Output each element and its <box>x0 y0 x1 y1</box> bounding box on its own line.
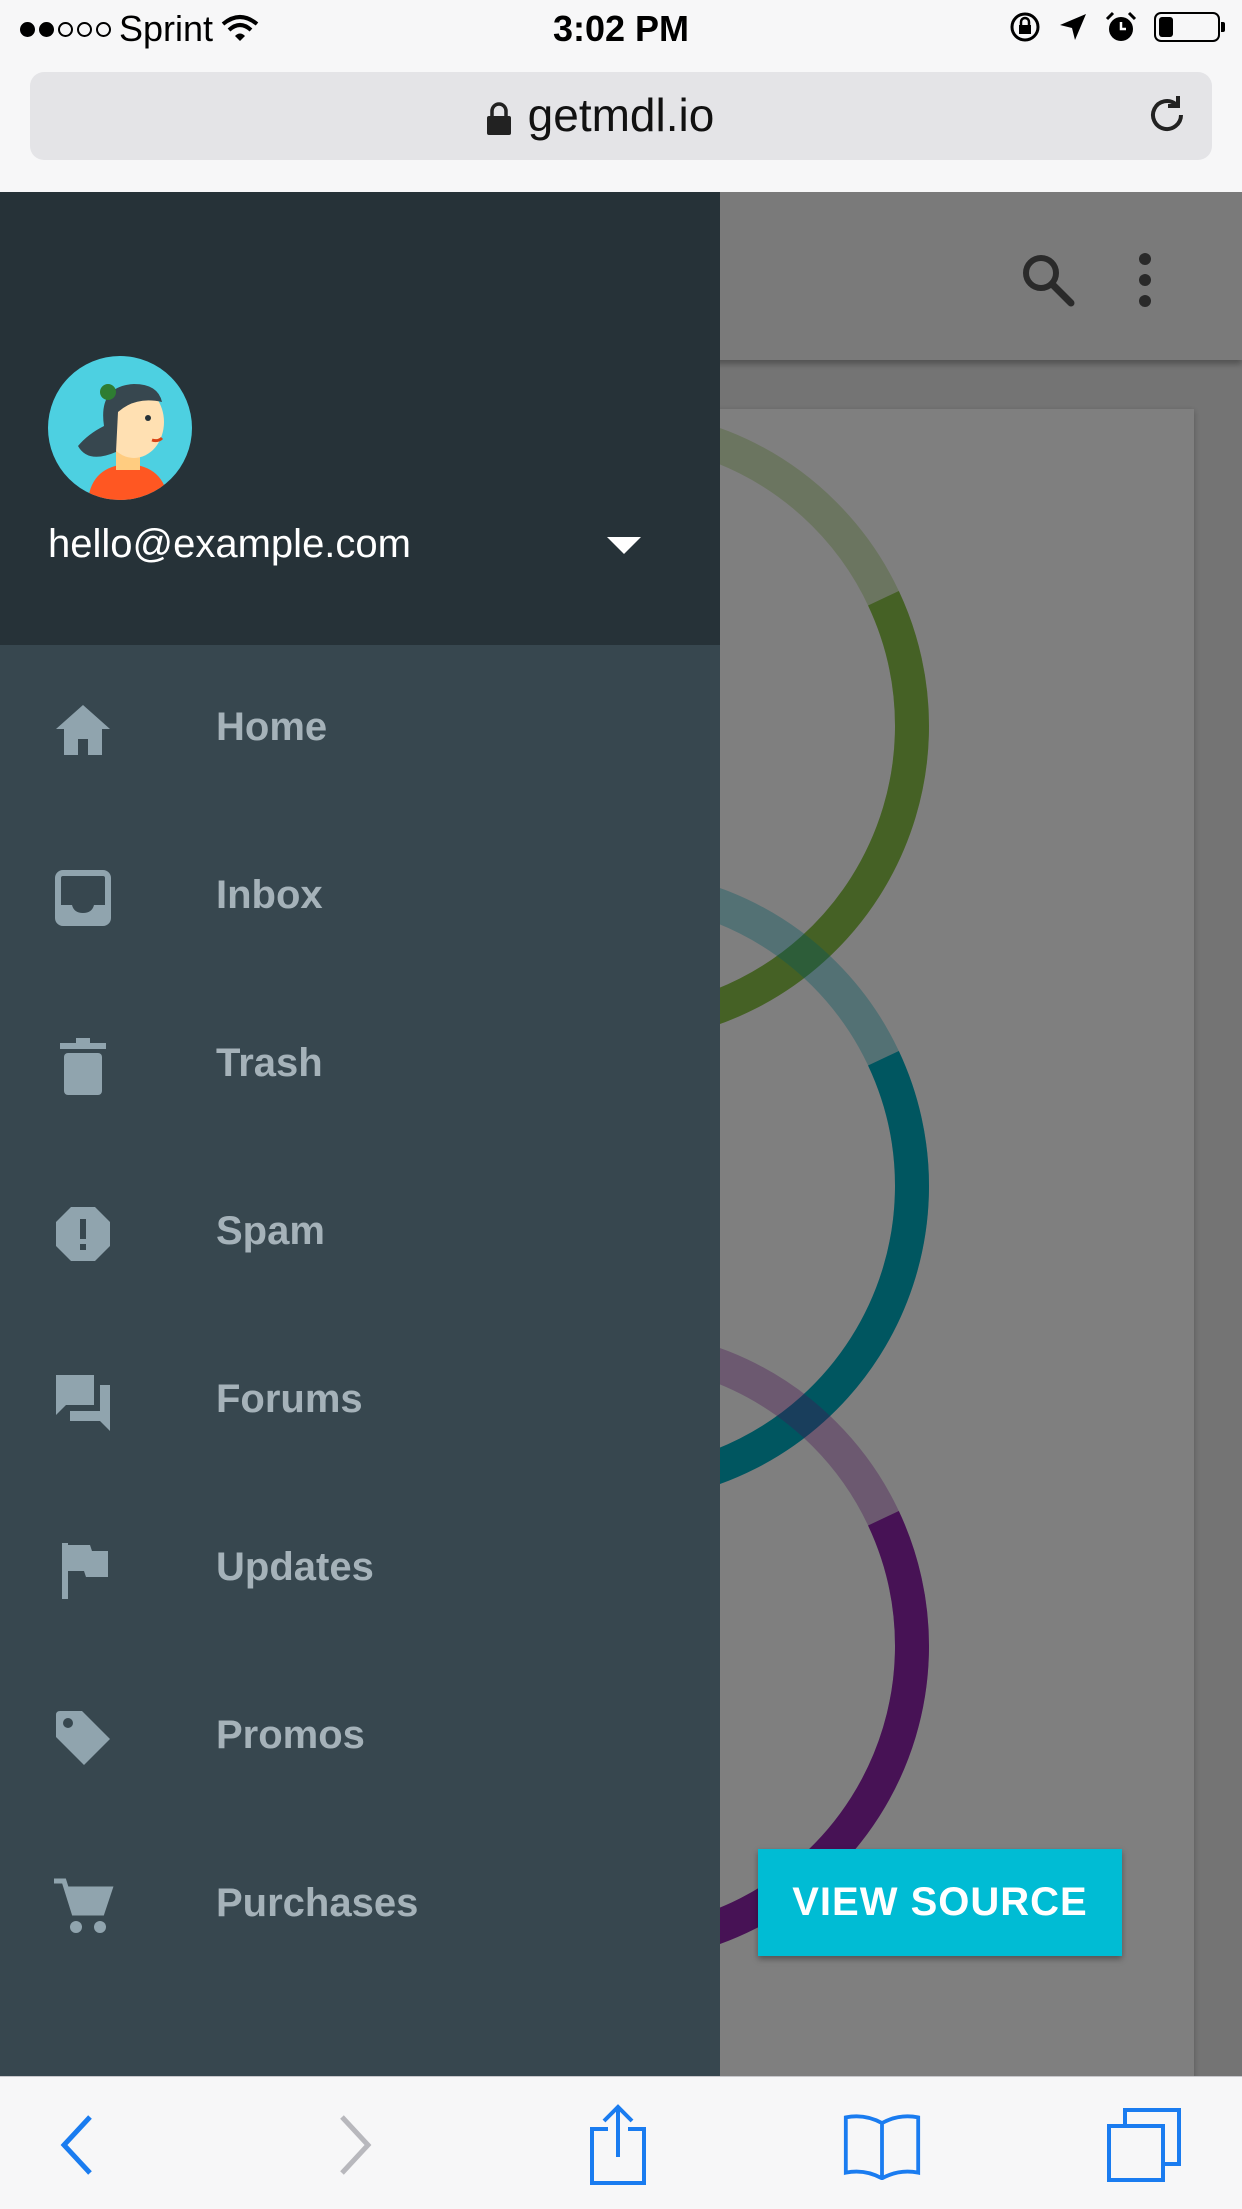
bookmarks-icon <box>843 2114 921 2180</box>
arrow-drop-down-icon <box>607 537 641 554</box>
url-text: getmdl.io <box>527 89 715 141</box>
share-button[interactable] <box>578 2104 658 2185</box>
location-arrow-icon <box>1060 14 1086 40</box>
drawer-item-label: Home <box>216 705 328 749</box>
trash-icon <box>60 1038 106 1095</box>
tag-icon <box>56 1711 110 1765</box>
back-icon <box>60 2115 92 2175</box>
tabs-button[interactable] <box>1104 2105 1184 2185</box>
drawer-header: hello@example.com <box>0 192 720 645</box>
reload-icon[interactable] <box>1142 90 1192 140</box>
rotation-lock-icon <box>1010 12 1040 42</box>
drawer-item-label: Updates <box>216 1545 374 1589</box>
forum-icon <box>56 1375 110 1431</box>
drawer-item-label: Spam <box>216 1209 325 1253</box>
drawer-item-trash[interactable]: Trash <box>0 981 720 1149</box>
drawer-item-label: Purchases <box>216 1881 419 1925</box>
status-right <box>1008 10 1225 44</box>
drawer-item-label: Trash <box>216 1041 323 1085</box>
share-icon <box>590 2104 646 2185</box>
drawer-item-forums[interactable]: Forums <box>0 1317 720 1485</box>
tabs-icon <box>1107 2108 1181 2182</box>
battery-icon <box>1154 12 1225 42</box>
drawer-nav: Home Inbox Trash Spam Forums Updates Promos Pur… <box>0 645 720 1989</box>
drawer-item-purchases[interactable]: Purchases <box>0 1821 720 1989</box>
user-email: hello@example.com <box>48 522 411 566</box>
drawer-item-inbox[interactable]: Inbox <box>0 813 720 981</box>
avatar-image <box>48 356 192 500</box>
drawer-item-spam[interactable]: Spam <box>0 1149 720 1317</box>
spam-icon <box>56 1207 110 1261</box>
back-button[interactable] <box>38 2105 118 2185</box>
avatar[interactable] <box>48 356 192 500</box>
drawer-item-promos[interactable]: Promos <box>0 1653 720 1821</box>
drawer-item-label: Inbox <box>216 873 323 917</box>
home-icon <box>56 705 110 755</box>
nav-drawer: hello@example.com Home Inbox Trash Spam Foru… <box>0 192 720 2076</box>
drawer-item-label: Promos <box>216 1713 365 1757</box>
forward-icon <box>340 2115 372 2175</box>
drawer-item-home[interactable]: Home <box>0 645 720 813</box>
flag-icon <box>62 1543 108 1599</box>
status-bar: Sprint 3:02 PM <box>0 0 1242 64</box>
browser-toolbar <box>0 2076 1242 2209</box>
alarm-icon <box>1105 11 1137 41</box>
drawer-item-label: Forums <box>216 1377 363 1421</box>
account-dropdown[interactable] <box>596 526 652 566</box>
address-bar[interactable]: getmdl.io <box>30 72 1212 160</box>
battery-level <box>1159 17 1173 37</box>
bookmarks-button[interactable] <box>842 2105 922 2185</box>
forward-button[interactable] <box>314 2105 394 2185</box>
cart-icon <box>54 1878 114 1933</box>
drawer-item-updates[interactable]: Updates <box>0 1485 720 1653</box>
view-source-button[interactable]: VIEW SOURCE <box>758 1849 1122 1956</box>
inbox-icon <box>55 870 111 926</box>
